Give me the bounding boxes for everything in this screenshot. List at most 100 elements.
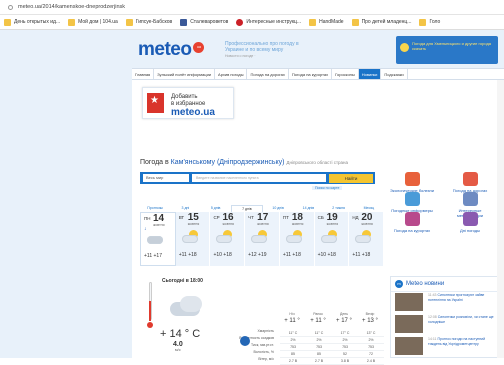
bookmark-item[interactable]: Интересные инструкц... — [236, 18, 302, 26]
address-bar[interactable]: meteo.ua/2014/kamenskoe-dneprodzerjinsk — [0, 0, 504, 15]
region-select[interactable]: Весь мир — [143, 174, 189, 182]
news-item[interactable]: 12:08 Синоптики розповіли, чи стане ще х… — [395, 315, 497, 337]
current-temperature: + 14 ° C — [160, 328, 201, 340]
service-label: Погода на курортах — [393, 228, 431, 233]
ad-banner[interactable]: Погода для Хмельницкого и другие города … — [396, 36, 498, 64]
forecast-tab[interactable]: 3 дні — [170, 205, 200, 212]
forecast-day[interactable]: ЧТ 17 жовтня +12 +19 — [245, 212, 280, 266]
add-to-favorites[interactable]: Добавить в избранное meteo.ua — [142, 87, 234, 119]
service-link[interactable]: Дні погоды — [446, 212, 494, 233]
table-cell: 72 — [369, 352, 373, 356]
page-title: Погода в Кам'янському (Дніпродзержинську… — [140, 159, 349, 166]
bookmark-item[interactable]: Голо — [419, 18, 440, 26]
bookmark-icon — [125, 18, 133, 26]
forecast-tab[interactable]: 10 днів — [263, 205, 293, 212]
service-icon — [404, 192, 420, 206]
forecast-tab[interactable]: 7 днів — [230, 205, 263, 212]
bookmark-item[interactable]: HandMade — [309, 18, 344, 26]
service-link[interactable]: Погода на курортах — [388, 212, 436, 233]
bookmark-label: Сталевароветов — [190, 19, 229, 25]
forecast-tab[interactable]: 5 днів — [201, 205, 231, 212]
news-title: Прогноз погоди на наступний тиждень від … — [428, 337, 486, 346]
period-name: Ніч — [289, 312, 295, 316]
site-logo[interactable]: meteo ua — [138, 39, 205, 61]
nav-item[interactable]: Погода на дорогах — [247, 69, 289, 79]
news-item[interactable]: 14:11 Прогноз погоди на наступний тижден… — [395, 337, 497, 359]
table-row: 11° C 11° C 17° C 13° C — [280, 330, 384, 337]
wind-speed: 4.0 м/с — [173, 341, 183, 352]
scrollbar[interactable] — [497, 80, 504, 358]
bookmark-icon — [351, 18, 359, 26]
bookmark-label: Интересные инструкц... — [246, 19, 302, 25]
search-bar: Весь мир Введите название населенного пу… — [140, 172, 375, 184]
forecast-day[interactable]: ПН 14 жовтня ↓ +11 +17 — [140, 212, 176, 266]
nav-item[interactable]: Новинки — [358, 69, 382, 79]
bookmark-item[interactable]: Сталевароветов — [180, 18, 229, 26]
day-name: ПН — [144, 216, 151, 221]
day-temperature: +11 +18 — [178, 252, 197, 258]
service-link[interactable]: Погодные информеры — [388, 192, 436, 213]
news-item[interactable]: 11:43 Синоптики прогнозуют зайве потеплі… — [395, 293, 497, 315]
bookmark-label: Гипсуе-Бабсков — [135, 19, 173, 25]
nav-item[interactable]: Зульский полёт информации — [154, 69, 216, 79]
period-name: Вечір — [365, 312, 375, 316]
current-weather: Сьогодні в 18:00 + 14 ° C 4.0 м/с Хмарніс… — [140, 276, 384, 365]
nav-item[interactable]: Главная — [132, 69, 155, 79]
nav-item[interactable]: Погода на курортах — [289, 69, 333, 79]
service-link[interactable]: Погода на дорогах — [446, 172, 494, 193]
service-label: Дні погоды — [459, 228, 481, 233]
forecast-day[interactable]: СБ 19 жовтня +10 +18 — [314, 212, 350, 266]
day-month: жовтня — [153, 223, 165, 227]
table-cell: 11° C — [314, 331, 324, 335]
forecast-tabs: Прогнозы 3 дні 5 днів 7 днів 10 днів 14 днів 2… — [140, 205, 384, 212]
forecast-day[interactable]: ПТ 18 жовтня +11 +18 — [279, 212, 315, 266]
search-button[interactable]: Найти — [329, 173, 373, 183]
news-header[interactable]: m Meteo новини — [391, 277, 499, 292]
map-search-link[interactable]: Поиск по карте — [312, 186, 343, 190]
table-cell: 2% — [290, 338, 296, 342]
partly-cloudy-icon — [249, 230, 271, 244]
table-row: 85 85 52 72 — [280, 351, 384, 358]
forecast-tab[interactable]: Прогнозы — [140, 205, 170, 212]
bookmark-item[interactable]: День открытых ид... — [4, 18, 60, 26]
day-name: ВТ — [178, 215, 185, 220]
service-icon — [404, 212, 420, 226]
table-cell: 2.7 В — [288, 359, 298, 363]
forecast-day[interactable]: НД 20 жовтня +11 +18 — [349, 212, 385, 266]
day-month: жовтня — [222, 222, 234, 226]
table-cell: 2.7 В — [314, 359, 324, 363]
forecast-tab[interactable]: 2 тижня — [324, 205, 354, 212]
url-text[interactable]: meteo.ua/2014/kamenskoe-dneprodzerjinsk — [18, 4, 125, 10]
city-name: Кам'янському (Дніпродзержинську) — [170, 159, 285, 166]
forecast-tab[interactable]: Месяц — [354, 205, 384, 212]
nav-item[interactable]: Архив погоды — [215, 69, 248, 79]
table-cell: 85 — [317, 352, 321, 356]
bookmark-item[interactable]: Мой дом | 104.ua — [68, 18, 118, 26]
table-cell: 2% — [342, 338, 348, 342]
bookmark-item[interactable]: Про детей младенц... — [351, 18, 412, 26]
forecast-tab[interactable]: 14 днів — [293, 205, 323, 212]
logo-badge: ua — [193, 42, 205, 53]
service-link[interactable]: Экологические болезни — [388, 172, 436, 193]
table-cell: 753 — [368, 345, 374, 349]
table-cell: 753 — [342, 345, 348, 349]
forecast-day[interactable]: ВТ 15 жовтня +11 +18 — [175, 212, 211, 266]
table-cell: 17° C — [340, 331, 350, 335]
nav-item[interactable]: Подсказки — [381, 69, 408, 79]
table-cell: 85 — [291, 352, 295, 356]
table-row: 2.7 В 2.7 В 3.8 В 2.4 В — [280, 358, 384, 365]
lock-icon — [8, 4, 13, 10]
day-month: жовтня — [187, 222, 200, 226]
forecast-day[interactable]: СР 16 жовтня +10 +18 — [210, 212, 246, 266]
nav-item[interactable]: Гороскопы — [332, 69, 359, 79]
period-name: Ранок — [313, 312, 323, 316]
search-input[interactable]: Введите название населенного пункта — [192, 174, 326, 182]
bookmark-icon — [419, 18, 427, 26]
day-period: Ранок + 11 ° — [306, 312, 330, 324]
news-thumbnail — [395, 315, 423, 333]
table-cell: 753 — [290, 345, 296, 349]
news-text: 14:11 Прогноз погоди на наступний тижден… — [428, 337, 498, 346]
table-cell: 2% — [368, 338, 374, 342]
bookmark-label: Про детей младенц... — [361, 19, 412, 25]
bookmark-item[interactable]: Гипсуе-Бабсков — [125, 18, 173, 26]
